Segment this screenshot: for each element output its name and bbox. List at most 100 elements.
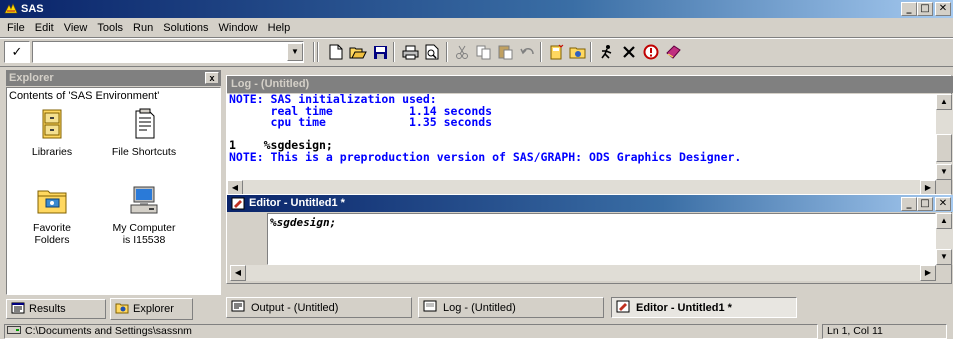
book-icon[interactable] — [663, 43, 683, 61]
explorer-item-label: Libraries — [31, 146, 73, 158]
editor-vertical-scrollbar[interactable]: ▲ ▼ — [936, 213, 953, 265]
cut-icon[interactable] — [452, 43, 472, 61]
toolbar: ✓ ▼ — [0, 38, 953, 66]
scroll-down-arrow-icon[interactable]: ▼ — [936, 249, 952, 265]
log-title-bar: Log - (Untitled) — [227, 76, 953, 93]
menu-solutions[interactable]: Solutions — [158, 19, 213, 37]
menu-window[interactable]: Window — [214, 19, 263, 37]
paste-icon[interactable] — [496, 43, 516, 61]
tab-explorer-label: Explorer — [133, 303, 174, 315]
command-input[interactable] — [32, 41, 304, 63]
scroll-up-arrow-icon[interactable]: ▲ — [936, 213, 952, 229]
title-bar: SAS _ □ ✕ — [0, 0, 953, 18]
editor-code: %sgdesign; — [270, 216, 337, 229]
editor-icon — [616, 300, 630, 316]
editor-title: Editor - Untitled1 * — [249, 197, 345, 209]
log-vertical-scrollbar[interactable]: ▲ ▼ — [936, 94, 953, 180]
output-icon — [231, 300, 245, 315]
log-scroll-thumb[interactable] — [936, 134, 952, 162]
explorer-title: Explorer — [9, 72, 54, 84]
window-tab-editor[interactable]: Editor - Untitled1 * — [611, 297, 797, 318]
explorer-close-button[interactable]: x — [205, 72, 219, 84]
shortcut-icon — [127, 108, 161, 140]
explorer-title-bar: Explorer x — [6, 70, 221, 86]
menu-tools[interactable]: Tools — [92, 19, 128, 37]
menu-bar: File Edit View Tools Run Solutions Windo… — [0, 19, 295, 37]
my-computer-icon — [127, 184, 161, 216]
open-icon[interactable] — [348, 43, 368, 61]
close-button[interactable]: ✕ — [935, 2, 951, 16]
window-tab-log[interactable]: Log - (Untitled) — [418, 297, 604, 318]
explorer-item-label: Favorite — [33, 222, 71, 234]
log-window: Log - (Untitled) NOTE: SAS initializatio… — [226, 75, 953, 196]
run-icon[interactable] — [597, 43, 617, 61]
explorer-item-favorite-folders[interactable]: Favorite Folders — [7, 184, 97, 246]
menu-run[interactable]: Run — [128, 19, 158, 37]
status-bar: C:\Documents and Settings\sassnm Ln 1, C… — [0, 323, 953, 339]
window-bar: Output - (Untitled) Log - (Untitled) Edi… — [226, 295, 952, 319]
explorer-content: Contents of 'SAS Environment' Libraries … — [6, 87, 221, 295]
print-icon[interactable] — [400, 43, 420, 61]
new-library-icon[interactable] — [546, 43, 566, 61]
window-tab-label: Log - (Untitled) — [443, 301, 516, 314]
status-path-text: C:\Documents and Settings\sassnm — [25, 325, 192, 337]
editor-minimize-button[interactable]: _ — [901, 197, 917, 211]
window-tab-label: Output - (Untitled) — [251, 301, 339, 314]
log-line: NOTE: This is a preproduction version of… — [229, 149, 742, 164]
log-content[interactable]: NOTE: SAS initialization used: real time… — [227, 94, 936, 180]
save-icon[interactable] — [370, 43, 390, 61]
drive-icon — [7, 325, 21, 338]
explorer-item-file-shortcuts[interactable]: File Shortcuts — [99, 108, 189, 158]
tab-explorer[interactable]: Explorer — [110, 298, 193, 320]
explorer-heading: Contents of 'SAS Environment' — [9, 90, 160, 102]
scroll-left-arrow-icon[interactable]: ◀ — [230, 265, 246, 281]
editor-horizontal-scrollbar[interactable]: ◀ ▶ — [230, 265, 936, 281]
menu-edit[interactable]: Edit — [30, 19, 59, 37]
minimize-button[interactable]: _ — [901, 2, 917, 16]
window-tab-label: Editor - Untitled1 * — [636, 301, 732, 314]
log-line: cpu time 1.35 seconds — [229, 115, 493, 129]
cabinet-icon — [35, 108, 69, 140]
status-path: C:\Documents and Settings\sassnm — [4, 324, 818, 339]
editor-window: Editor - Untitled1 * _ □ ✕ %sgdesign; ▲ … — [226, 194, 953, 284]
editor-icon — [231, 197, 245, 210]
command-dropdown-button[interactable]: ▼ — [287, 43, 303, 61]
menu-file[interactable]: File — [2, 19, 30, 37]
copy-icon[interactable] — [474, 43, 494, 61]
menu-view[interactable]: View — [59, 19, 93, 37]
editor-maximize-button[interactable]: □ — [917, 197, 933, 211]
explorer-item-label-2: is I15538 — [122, 234, 166, 246]
explorer-item-label: File Shortcuts — [111, 146, 177, 158]
explorer-icon[interactable] — [568, 43, 588, 61]
explorer-tab-icon — [115, 302, 129, 317]
editor-title-bar: Editor - Untitled1 * _ □ ✕ — [227, 195, 953, 212]
app-title: SAS — [21, 3, 44, 15]
favorite-folder-icon — [35, 184, 69, 216]
explorer-item-label: My Computer — [112, 222, 176, 234]
explorer-item-my-computer[interactable]: My Computer is I15538 — [99, 184, 189, 246]
help-icon[interactable] — [641, 43, 661, 61]
print-preview-icon[interactable] — [422, 43, 442, 61]
results-icon — [11, 302, 25, 317]
status-cursor-position: Ln 1, Col 11 — [822, 324, 947, 339]
scroll-up-arrow-icon[interactable]: ▲ — [936, 94, 952, 110]
new-icon[interactable] — [326, 43, 346, 61]
scroll-right-arrow-icon[interactable]: ▶ — [920, 265, 936, 281]
editor-close-button[interactable]: ✕ — [935, 197, 951, 211]
checkmark-icon: ✓ — [11, 44, 23, 59]
editor-text-area[interactable]: %sgdesign; — [267, 213, 936, 265]
window-tab-output[interactable]: Output - (Untitled) — [226, 297, 412, 318]
log-title: Log - (Untitled) — [231, 78, 310, 90]
submit-command-button[interactable]: ✓ — [4, 41, 30, 63]
explorer-item-label-2: Folders — [34, 234, 70, 246]
undo-icon[interactable] — [518, 43, 538, 61]
tab-results[interactable]: Results — [6, 299, 106, 319]
maximize-button[interactable]: □ — [917, 2, 933, 16]
menu-help[interactable]: Help — [263, 19, 296, 37]
editor-gutter — [230, 213, 266, 265]
explorer-panel: Explorer x Contents of 'SAS Environment'… — [6, 70, 221, 320]
scroll-down-arrow-icon[interactable]: ▼ — [936, 164, 952, 180]
explorer-item-libraries[interactable]: Libraries — [7, 108, 97, 158]
clear-icon[interactable] — [619, 43, 639, 61]
